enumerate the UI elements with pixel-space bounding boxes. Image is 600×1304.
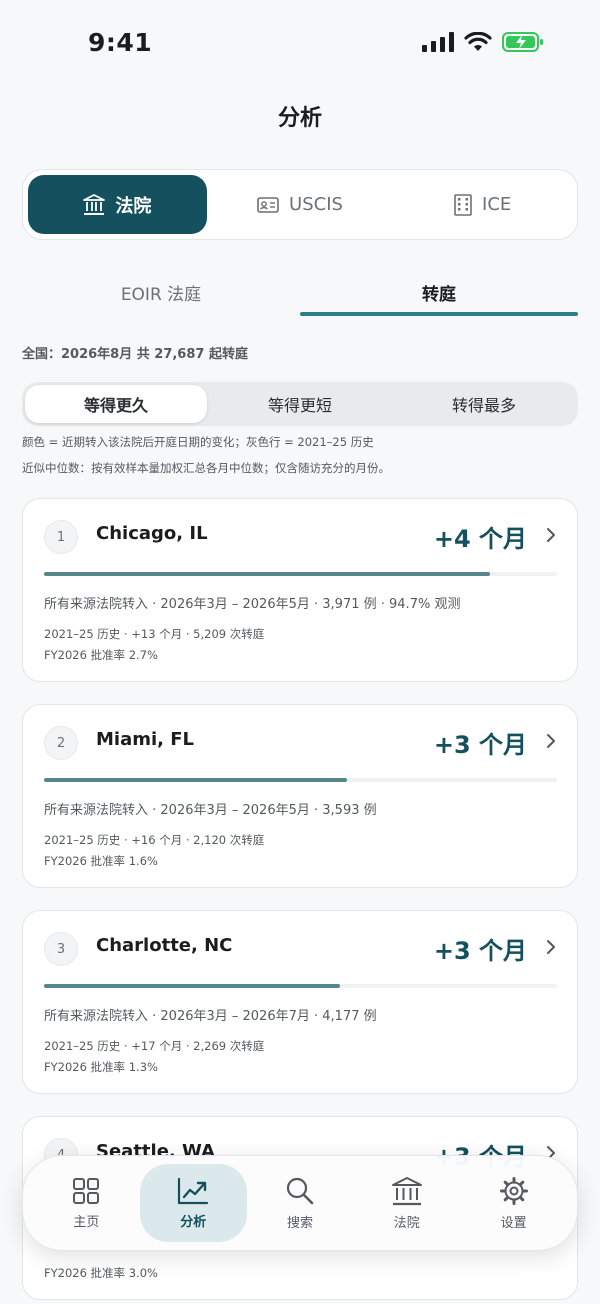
national-summary: 全国：2026年8月 共 27,687 起转庭 — [22, 347, 248, 362]
progress-fill — [44, 984, 340, 988]
progress-track — [44, 984, 557, 988]
transfer-detail: 所有来源法院转入 · 2026年3月 – 2026年5月 · 3,971 例 ·… — [44, 597, 461, 612]
sort-segmented-control: 等得更久 等得更短 转得最多 — [22, 382, 578, 426]
history-detail: 2021–25 历史 · +16 个月 · 2,120 次转庭 — [44, 833, 265, 847]
tab-analysis[interactable]: 分析 — [139, 1164, 247, 1242]
chart-icon — [178, 1177, 209, 1204]
delay-change: +3 个月 — [433, 937, 527, 965]
segment-label: 法院 — [115, 195, 152, 217]
approval-rate: FY2026 批准率 3.0% — [44, 1266, 158, 1280]
page-title: 分析 — [277, 106, 322, 131]
gear-icon — [499, 1176, 528, 1205]
courthouse-icon — [391, 1176, 422, 1205]
progress-track — [44, 572, 557, 576]
segment-label: ICE — [482, 194, 512, 215]
court-city: Charlotte, NC — [96, 935, 233, 956]
progress-fill — [44, 572, 491, 576]
status-time: 9:41 — [88, 28, 153, 57]
tab-home[interactable]: 主页 — [33, 1164, 140, 1242]
history-detail: 2021–25 历史 · +17 个月 · 2,269 次转庭 — [44, 1039, 265, 1053]
grid-icon — [73, 1177, 100, 1204]
courthouse-icon — [83, 193, 106, 215]
tab-label: 搜索 — [286, 1215, 313, 1231]
chevron-right-icon — [547, 940, 555, 954]
approval-rate: FY2026 批准率 1.6% — [44, 854, 158, 868]
court-city: Miami, FL — [96, 729, 195, 750]
progress-track — [44, 778, 557, 782]
status-icons — [422, 32, 544, 52]
segment-ice[interactable]: ICE — [393, 175, 572, 234]
court-card[interactable]: 3 Charlotte, NC +3 个月 所有来源法院转入 · 2026年3月… — [22, 910, 578, 1094]
court-card[interactable]: 1 Chicago, IL +4 个月 所有来源法院转入 · 2026年3月 –… — [22, 498, 578, 682]
tab-label: 设置 — [500, 1215, 527, 1231]
tab-label: 主页 — [73, 1214, 100, 1230]
chevron-right-icon — [547, 528, 555, 542]
tab-search[interactable]: 搜索 — [247, 1164, 354, 1242]
transfer-detail: 所有来源法院转入 · 2026年3月 – 2026年7月 · 4,177 例 — [44, 1009, 377, 1024]
legend-note: 颜色 = 近期转入该法院后开庭日期的变化；灰色行 = 2021–25 历史 — [22, 435, 374, 449]
tab-settings[interactable]: 设置 — [460, 1164, 567, 1242]
search-icon — [286, 1177, 314, 1204]
cellular-signal-icon — [422, 32, 454, 52]
tab-transfers[interactable]: 转庭 — [300, 268, 578, 318]
approval-rate: FY2026 批准率 2.7% — [44, 648, 158, 662]
sort-option-longer-wait[interactable]: 等得更久 — [25, 385, 207, 423]
subtabs: EOIR 法庭 转庭 — [22, 268, 578, 318]
rank-badge: 3 — [44, 932, 78, 966]
tab-court[interactable]: 法院 — [353, 1164, 460, 1242]
delay-change: +3 个月 — [433, 731, 527, 759]
sort-option-shorter-wait[interactable]: 等得更短 — [209, 385, 391, 423]
status-bar: 9:41 — [0, 0, 600, 90]
segment-court[interactable]: 法院 — [28, 175, 207, 234]
category-segmented-control: 法院 USCIS ICE — [22, 169, 578, 240]
approval-rate: FY2026 批准率 1.3% — [44, 1060, 158, 1074]
wifi-icon — [464, 32, 492, 51]
tab-label: 法院 — [393, 1215, 420, 1231]
history-detail: 2021–25 历史 · +13 个月 · 5,209 次转庭 — [44, 627, 265, 641]
rank-badge: 2 — [44, 726, 78, 760]
court-city: Chicago, IL — [96, 523, 208, 544]
segment-uscis[interactable]: USCIS — [211, 175, 390, 234]
median-note: 近似中位数：按有效样本量加权汇总各月中位数；仅含随访充分的月份。 — [22, 461, 390, 475]
id-card-icon — [257, 196, 279, 213]
battery-charging-icon — [502, 32, 543, 52]
chevron-right-icon — [547, 734, 555, 748]
rank-badge: 1 — [44, 520, 78, 554]
tab-eoir-court[interactable]: EOIR 法庭 — [22, 268, 300, 318]
building-icon — [454, 193, 472, 216]
delay-change: +4 个月 — [433, 525, 527, 553]
court-card[interactable]: 2 Miami, FL +3 个月 所有来源法院转入 · 2026年3月 – 2… — [22, 704, 578, 888]
progress-fill — [44, 778, 347, 782]
tab-label: 分析 — [180, 1214, 207, 1230]
transfer-detail: 所有来源法院转入 · 2026年3月 – 2026年5月 · 3,593 例 — [44, 803, 377, 818]
sort-option-most-transfers[interactable]: 转得最多 — [393, 385, 575, 423]
segment-label: USCIS — [289, 194, 343, 215]
bottom-tab-bar: 主页 分析 搜索 法院 设置 — [22, 1155, 578, 1251]
